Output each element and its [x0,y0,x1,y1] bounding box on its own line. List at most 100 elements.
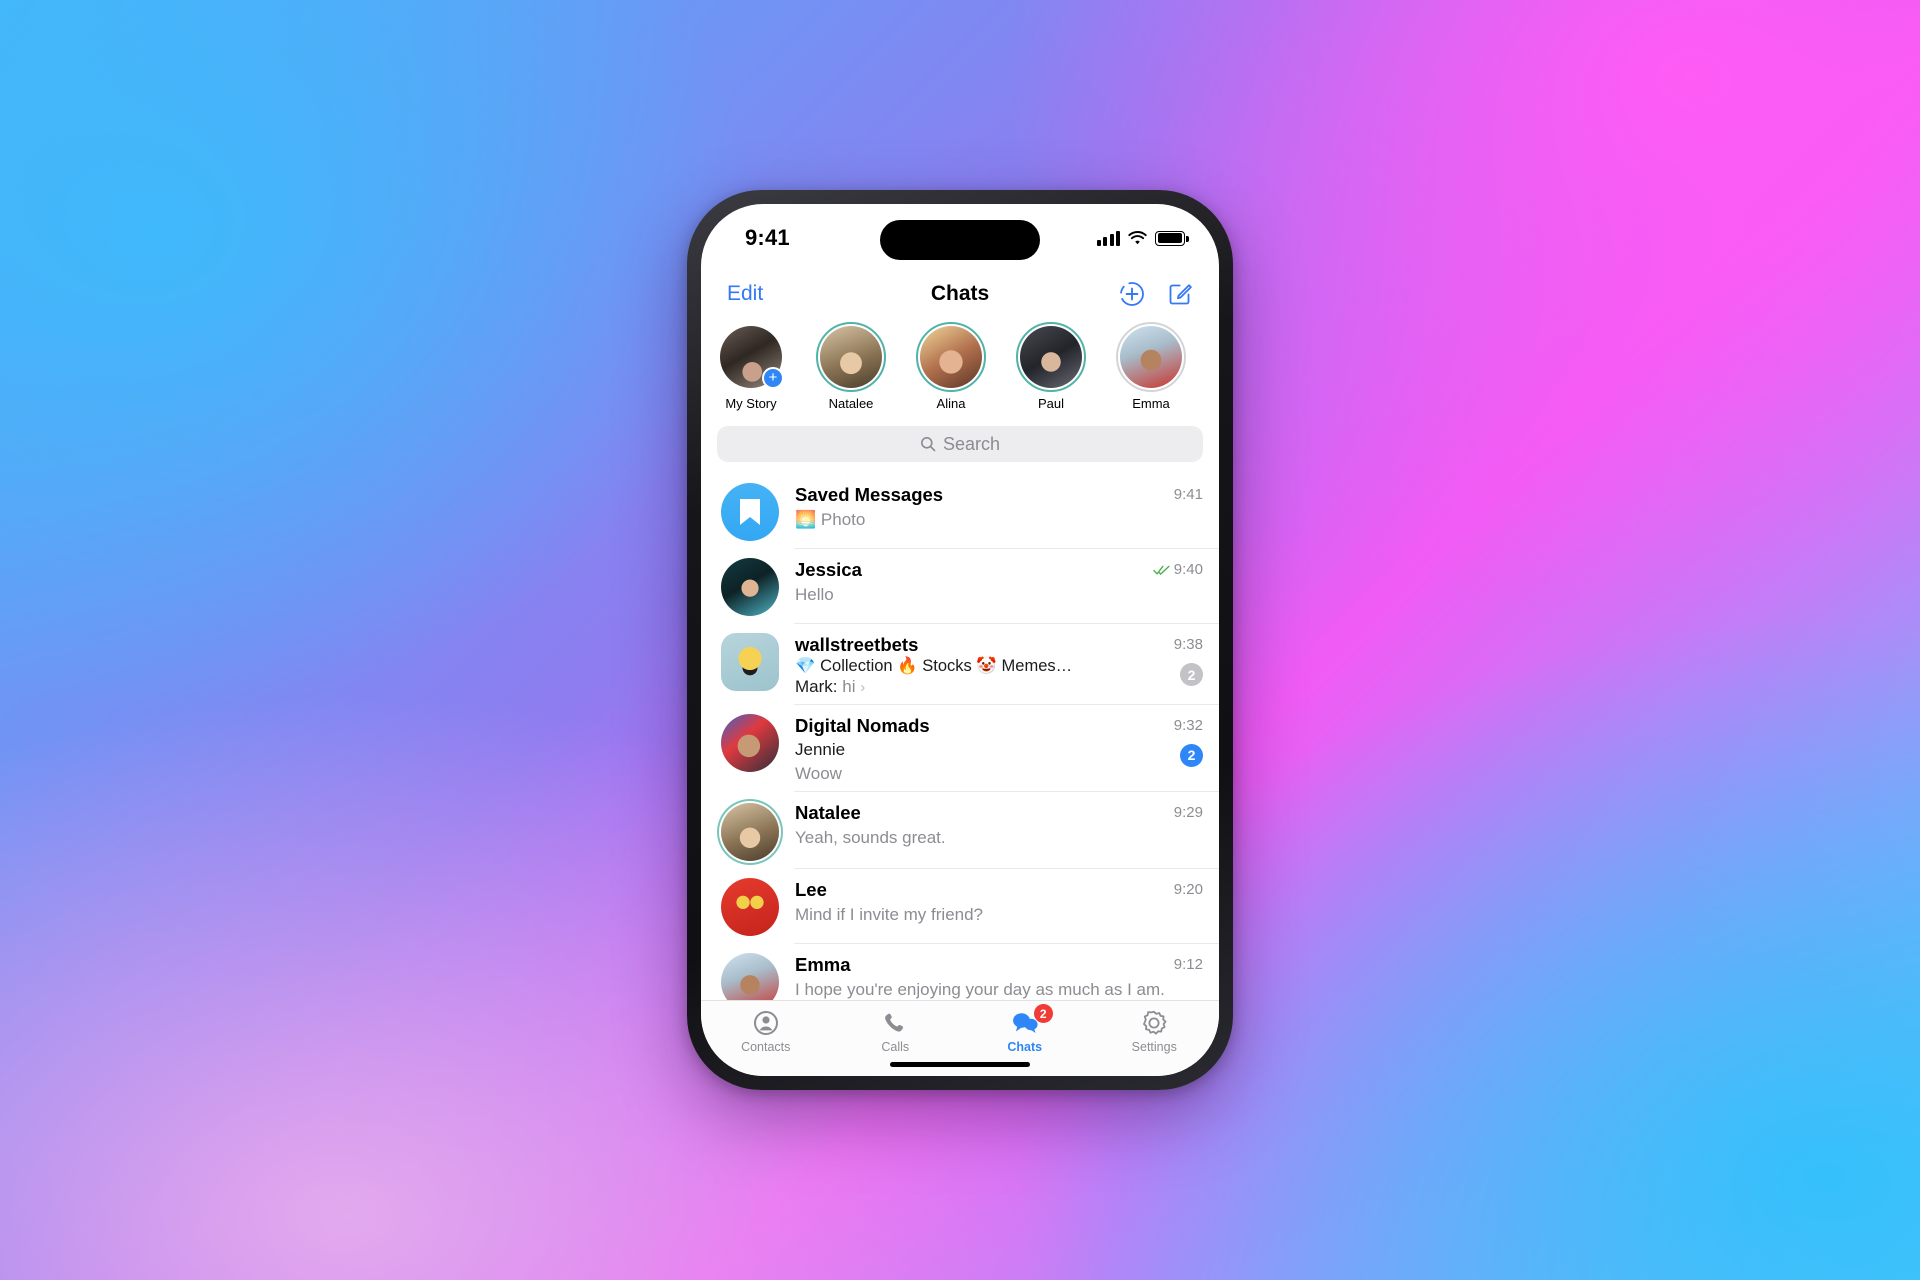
chat-timestamp: 9:32 [1173,716,1203,734]
chat-preview-line: Mark: hi › [795,677,1168,697]
read-receipt-icon [1153,565,1170,575]
story-avatar-wrap [1016,322,1086,392]
tab-label: Settings [1131,1040,1177,1054]
message-preview: I hope you're enjoying your day as much … [795,979,1165,999]
phone-screen: 9:41 Edit Chats + My Story Natalee Alina… [701,204,1219,1076]
chat-meta-block: 9:40 [1153,558,1203,578]
tab-settings[interactable]: Settings [1090,1009,1220,1054]
story-avatar-wrap: + [720,326,784,389]
chevron-right-icon: › [860,678,866,696]
phone-icon [882,1009,908,1037]
chat-timestamp: 9:29 [1173,804,1203,822]
timestamp-line: 9:38 [1174,636,1203,653]
search-zone: Search [701,424,1219,474]
chat-row[interactable]: Lee Mind if I invite my friend? 9:20 [701,869,1219,945]
compose-icon[interactable] [1167,281,1193,307]
chat-row[interactable]: Digital Nomads Jennie Woow 9:32 2 [701,705,1219,793]
chat-meta-block: 9:12 [1174,953,1203,973]
chat-title: Jessica [795,559,862,580]
message-preview: Woow [795,763,842,783]
chat-meta-block: 9:38 2 [1174,633,1203,686]
search-input[interactable]: Search [717,426,1203,462]
avatar [1120,326,1182,388]
unread-badge: 2 [1180,663,1203,686]
chat-row[interactable]: Natalee Yeah, sounds great. 9:29 [701,792,1219,870]
chat-timestamp: 9:41 [1173,486,1203,503]
story-avatar-wrap [1116,322,1186,392]
chat-meta-block: 9:20 [1174,878,1203,898]
tab-badge: 2 [1033,1004,1053,1023]
timestamp-line: 9:20 [1174,881,1203,898]
status-time: 9:41 [745,225,790,250]
search-icon [920,437,936,452]
message-preview: Hello [795,584,834,604]
chat-text-block: Natalee Yeah, sounds great. [795,801,1168,848]
add-story-icon[interactable] [1119,281,1145,307]
chat-timestamp: 9:20 [1173,881,1203,899]
saved-messages-icon [721,483,779,541]
unread-badge: 2 [1180,743,1203,767]
avatar [721,803,779,862]
story-label: Emma [1132,396,1170,411]
story-item-my-story[interactable]: + My Story [701,326,801,411]
chat-title: wallstreetbets [795,634,919,655]
status-indicators [1096,230,1189,246]
search-placeholder: Search [942,433,1001,454]
navigation-bar: Edit Chats [701,266,1219,322]
chat-text-block: Digital Nomads Jennie Woow [795,714,1168,785]
chat-list[interactable]: Saved Messages 🌅 Photo 9:41 Jessica Hello 9:4… [701,474,1219,1000]
page-title: Chats [930,282,990,305]
phone-frame: 9:41 Edit Chats + My Story Natalee Alina… [687,190,1233,1090]
timestamp-line: 9:29 [1174,804,1203,821]
chat-row[interactable]: wallstreetbets 💎 Collection 🔥 Stocks 🤡 Me… [701,624,1219,705]
chat-text-block: Saved Messages 🌅 Photo [795,483,1168,530]
story-label: Alina [936,396,966,411]
contacts-icon [753,1009,779,1037]
avatar [820,326,882,388]
photo-emoji-icon: 🌅 [795,509,817,529]
chat-timestamp: 9:38 [1173,636,1203,653]
chat-title: Lee [795,879,827,901]
story-item-natalee[interactable]: Natalee [801,322,901,411]
story-item-emma[interactable]: Emma [1101,322,1201,411]
story-label: Natalee [828,396,874,411]
gear-icon [1141,1009,1167,1037]
chat-row[interactable]: Jessica Hello 9:40 [701,549,1219,624]
avatar [721,558,779,616]
tab-chats[interactable]: 2 Chats [960,1004,1090,1054]
timestamp-line: 9:12 [1174,956,1203,973]
message-sender: Jennie [795,740,846,760]
chat-meta-block: 9:41 [1174,483,1203,503]
chat-meta-block: 9:32 2 [1174,714,1203,767]
tab-label: Calls [881,1040,910,1054]
cellular-bars-icon [1096,230,1120,246]
chat-row[interactable]: Saved Messages 🌅 Photo 9:41 [701,474,1219,549]
message-preview: hi [842,676,856,696]
chat-text-block: Jessica Hello [795,558,1147,605]
story-avatar-wrap [816,322,886,392]
avatar [721,713,779,772]
story-item-alina[interactable]: Alina [901,322,1001,411]
avatar [721,953,779,1000]
message-preview-text: Photo [820,509,866,529]
story-label: My Story [725,396,777,411]
timestamp-line: 9:41 [1174,486,1203,503]
message-preview: Mind if I invite my friend? [795,904,984,924]
home-indicator [890,1062,1030,1067]
chat-title: Saved Messages [795,484,944,505]
tab-calls[interactable]: Calls [831,1009,961,1054]
stories-row[interactable]: + My Story Natalee Alina Paul Emma [701,322,1219,424]
chat-meta-block: 9:29 [1174,801,1203,821]
add-story-badge-icon[interactable]: + [762,367,784,389]
avatar [1020,326,1082,388]
battery-full-icon [1155,230,1189,246]
phone-mockup: 9:41 Edit Chats + My Story Natalee Alina… [687,190,1233,1090]
edit-button[interactable]: Edit [727,282,763,306]
tab-contacts[interactable]: Contacts [701,1009,831,1054]
story-avatar-wrap [916,322,986,392]
chat-topics: 💎 Collection 🔥 Stocks 🤡 Memes… [795,656,1073,675]
chat-text-block: wallstreetbets 💎 Collection 🔥 Stocks 🤡 Me… [795,633,1168,697]
chat-row[interactable]: Emma I hope you're enjoying your day as m… [701,944,1219,1000]
story-item-paul[interactable]: Paul [1001,322,1101,411]
wifi-icon [1128,230,1147,244]
